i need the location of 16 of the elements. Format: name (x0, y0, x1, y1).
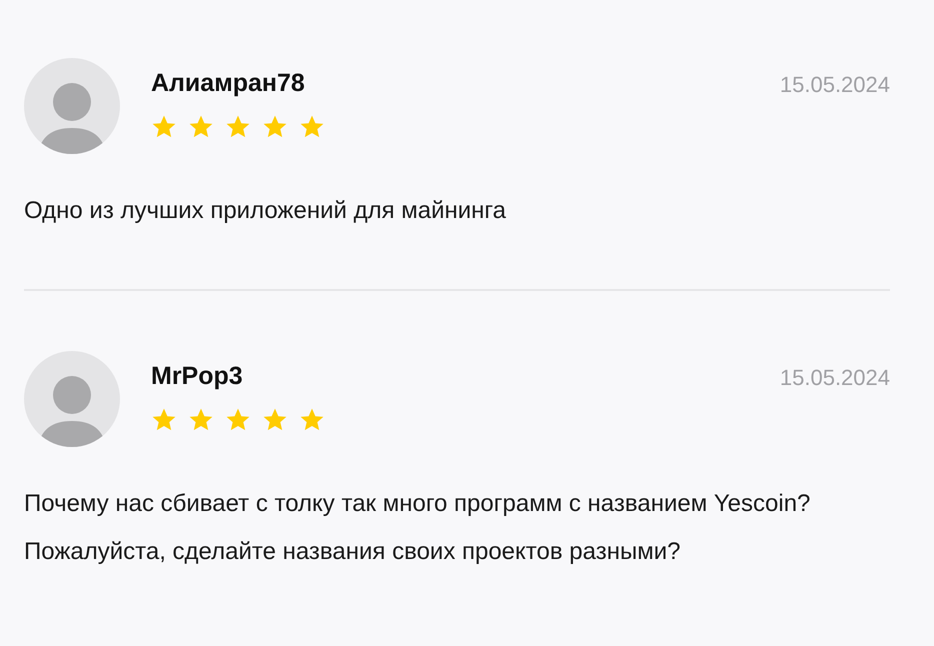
review-date: 15.05.2024 (780, 364, 890, 392)
star-icon (262, 114, 288, 140)
star-icon (188, 114, 214, 140)
star-icon (225, 407, 251, 433)
star-icon (188, 407, 214, 433)
review-text: Одно из лучших приложений для майнинга (24, 196, 507, 226)
review-date: 15.05.2024 (780, 71, 890, 99)
star-icon (299, 114, 325, 140)
star-icon (151, 407, 177, 433)
star-icon (262, 407, 288, 433)
star-icon (151, 114, 177, 140)
star-icon (225, 114, 251, 140)
author-name: Алиамран78 (151, 68, 306, 98)
review-text: Почему нас сбивает с толку так много программ с названием Yescoin? Пожалуйста, сделайте названия своих проектов разными? (24, 489, 812, 567)
author-name: MrPop3 (151, 361, 244, 391)
star-icon (299, 407, 325, 433)
